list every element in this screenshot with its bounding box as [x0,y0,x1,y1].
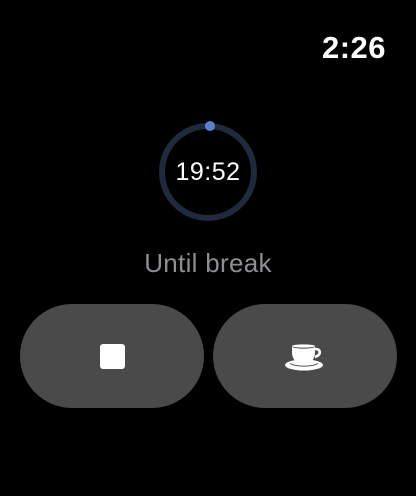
timer-remaining: 19:52 [175,158,241,186]
timer-progress-ring: 19:52 [157,121,259,223]
stop-button[interactable] [20,304,204,408]
status-time: 2:26 [321,30,386,65]
watch-screen: 2:26 19:52 Until break [0,0,416,496]
stop-icon [99,343,125,369]
timer-subtitle: Until break [144,248,272,278]
coffee-cup-icon [285,344,323,371]
take-break-button[interactable] [213,304,397,408]
